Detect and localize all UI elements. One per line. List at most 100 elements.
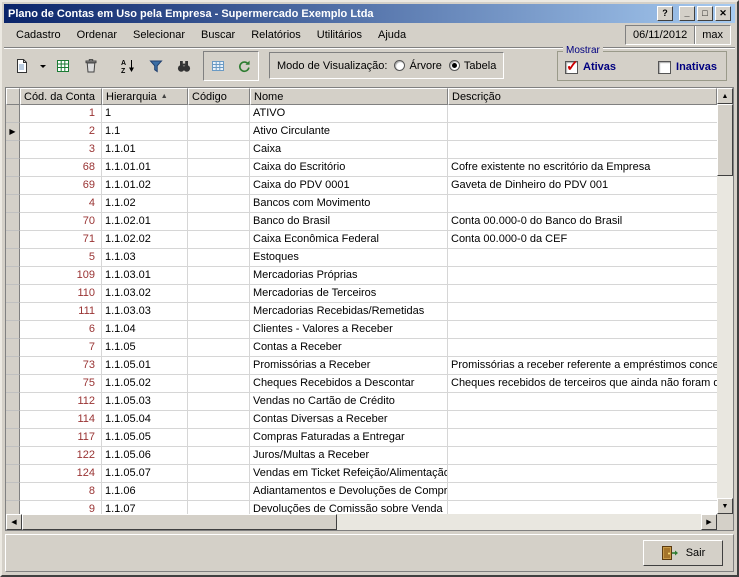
cell-nome: Bancos com Movimento	[250, 195, 448, 213]
row-indicator-cell	[6, 195, 20, 213]
radio-tabela-label[interactable]: Tabela	[464, 60, 496, 72]
radio-button-selected-icon[interactable]	[449, 60, 460, 71]
scroll-down-button[interactable]: ▼	[717, 498, 733, 514]
table-row[interactable]: 1141.1.05.04Contas Diversas a Receber	[6, 411, 717, 429]
radio-button-icon[interactable]	[394, 60, 405, 71]
row-indicator-cell	[6, 177, 20, 195]
scroll-up-button[interactable]: ▲	[717, 88, 733, 104]
cell-descricao	[448, 105, 717, 123]
table-header-columns: Cód. da Conta Hierarquia▲CódigoNomeDescri…	[20, 88, 717, 105]
cell-descricao	[448, 321, 717, 339]
table-row[interactable]: 1221.1.05.06Juros/Multas a Receber	[6, 447, 717, 465]
cell-codigo	[188, 177, 250, 195]
radio-tabela[interactable]: Tabela	[449, 60, 496, 72]
maximize-button[interactable]: □	[697, 6, 713, 21]
table-row[interactable]: 51.1.03Estoques	[6, 249, 717, 267]
menu-item-ajuda[interactable]: Ajuda	[370, 26, 414, 44]
table-row[interactable]: 1101.1.03.02Mercadorias de Terceiros	[6, 285, 717, 303]
table-row[interactable]: 691.1.01.02Caixa do PDV 0001Gaveta de Di…	[6, 177, 717, 195]
refresh-button[interactable]	[231, 53, 257, 79]
cell-cod-da-conta: 73	[20, 357, 102, 375]
exit-button[interactable]: Sair	[643, 540, 723, 566]
date-user-panel: 06/11/2012 max	[625, 25, 731, 45]
row-indicator-cell	[6, 501, 20, 514]
table-row[interactable]: 731.1.05.01Promissórias a ReceberPromiss…	[6, 357, 717, 375]
close-button[interactable]: ✕	[715, 6, 731, 21]
table-row[interactable]: 1121.1.05.03Vendas no Cartão de Crédito	[6, 393, 717, 411]
cell-nome: Clientes - Valores a Receber	[250, 321, 448, 339]
radio-arvore-label[interactable]: Árvore	[409, 60, 441, 72]
menu-item-relatorios[interactable]: Relatórios	[243, 26, 309, 44]
table-row[interactable]: 61.1.04Clientes - Valores a Receber	[6, 321, 717, 339]
cell-cod-da-conta: 114	[20, 411, 102, 429]
checkbox-inativas-label[interactable]: Inativas	[676, 61, 717, 73]
table-row[interactable]: 1111.1.03.03Mercadorias Recebidas/Remeti…	[6, 303, 717, 321]
horizontal-scrollbar[interactable]: ◀ ▶	[6, 514, 717, 530]
export-excel-button[interactable]	[50, 53, 76, 79]
cell-hierarquia: 1.1.05.05	[102, 429, 188, 447]
table-row[interactable]: 1171.1.05.05Compras Faturadas a Entregar	[6, 429, 717, 447]
table-row[interactable]: 91.1.07Devoluções de Comissão sobre Vend…	[6, 501, 717, 514]
search-button[interactable]	[171, 53, 197, 79]
cell-cod-da-conta: 5	[20, 249, 102, 267]
table-row[interactable]: 81.1.06Adiantamentos e Devoluções de Com…	[6, 483, 717, 501]
new-account-button[interactable]	[9, 53, 35, 79]
cell-cod-da-conta: 109	[20, 267, 102, 285]
current-row-arrow-icon: ▶	[9, 127, 15, 136]
grid-view-button[interactable]	[205, 53, 231, 79]
view-mode-label: Modo de Visualização:	[277, 60, 387, 72]
cell-hierarquia: 1.1.03	[102, 249, 188, 267]
scroll-right-button[interactable]: ▶	[701, 514, 717, 530]
help-button[interactable]: ?	[657, 6, 673, 21]
horizontal-scrollbar-thumb[interactable]	[22, 514, 337, 530]
table-row[interactable]: 11ATIVO	[6, 105, 717, 123]
table-row[interactable]: 71.1.05Contas a Receber	[6, 339, 717, 357]
column-header-nome[interactable]: Nome	[250, 88, 448, 105]
cell-descricao	[448, 267, 717, 285]
menu-item-buscar[interactable]: Buscar	[193, 26, 243, 44]
table-row[interactable]: 1091.1.03.01Mercadorias Próprias	[6, 267, 717, 285]
row-indicator-cell	[6, 411, 20, 429]
cell-codigo	[188, 195, 250, 213]
table-row[interactable]: 701.1.02.01Banco do BrasilConta 00.000-0…	[6, 213, 717, 231]
column-header-descricao[interactable]: Descrição	[448, 88, 717, 105]
cell-codigo	[188, 339, 250, 357]
table-row[interactable]: 751.1.05.02Cheques Recebidos a Descontar…	[6, 375, 717, 393]
row-indicator-cell	[6, 285, 20, 303]
view-tools-group	[203, 51, 259, 81]
menu-item-ordenar[interactable]: Ordenar	[69, 26, 125, 44]
sort-button[interactable]: A Z	[115, 53, 141, 79]
column-header-label: Cód. da Conta	[24, 91, 95, 103]
table-row[interactable]: 1241.1.05.07Vendas em Ticket Refeição/Al…	[6, 465, 717, 483]
checkbox-checked-icon[interactable]	[565, 61, 578, 74]
table-row[interactable]: 711.1.02.02Caixa Econômica FederalConta …	[6, 231, 717, 249]
checkbox-inativas[interactable]: Inativas	[658, 61, 717, 74]
vertical-scrollbar-thumb[interactable]	[717, 104, 733, 176]
cell-codigo	[188, 267, 250, 285]
cell-hierarquia: 1.1.02.02	[102, 231, 188, 249]
scroll-left-button[interactable]: ◀	[6, 514, 22, 530]
checkbox-ativas[interactable]: Ativas	[565, 61, 616, 74]
table-row[interactable]: 31.1.01Caixa	[6, 141, 717, 159]
table-row[interactable]: 681.1.01.01Caixa do EscritórioCofre exis…	[6, 159, 717, 177]
radio-arvore[interactable]: Árvore	[394, 60, 441, 72]
checkbox-unchecked-icon[interactable]	[658, 61, 671, 74]
menu-item-utilitarios[interactable]: Utilitários	[309, 26, 370, 44]
row-indicator-cell	[6, 393, 20, 411]
delete-account-button[interactable]	[78, 53, 104, 79]
cell-cod-da-conta: 75	[20, 375, 102, 393]
menu-item-selecionar[interactable]: Selecionar	[125, 26, 193, 44]
table-row[interactable]: 41.1.02Bancos com Movimento	[6, 195, 717, 213]
table-row[interactable]: ▶21.1Ativo Circulante	[6, 123, 717, 141]
column-header-codigo[interactable]: Código	[188, 88, 250, 105]
menu-item-cadastro[interactable]: Cadastro	[8, 26, 69, 44]
column-header-hierarquia[interactable]: Hierarquia▲	[102, 88, 188, 105]
checkbox-ativas-label[interactable]: Ativas	[583, 61, 616, 73]
filter-button[interactable]	[143, 53, 169, 79]
column-header-cod-da-conta[interactable]: Cód. da Conta	[20, 88, 102, 105]
new-account-dropdown-button[interactable]	[37, 53, 48, 79]
vertical-scrollbar[interactable]: ▲ ▼	[717, 88, 733, 514]
minimize-button[interactable]: _	[679, 6, 695, 21]
current-user: max	[695, 29, 730, 41]
row-indicator-cell	[6, 249, 20, 267]
